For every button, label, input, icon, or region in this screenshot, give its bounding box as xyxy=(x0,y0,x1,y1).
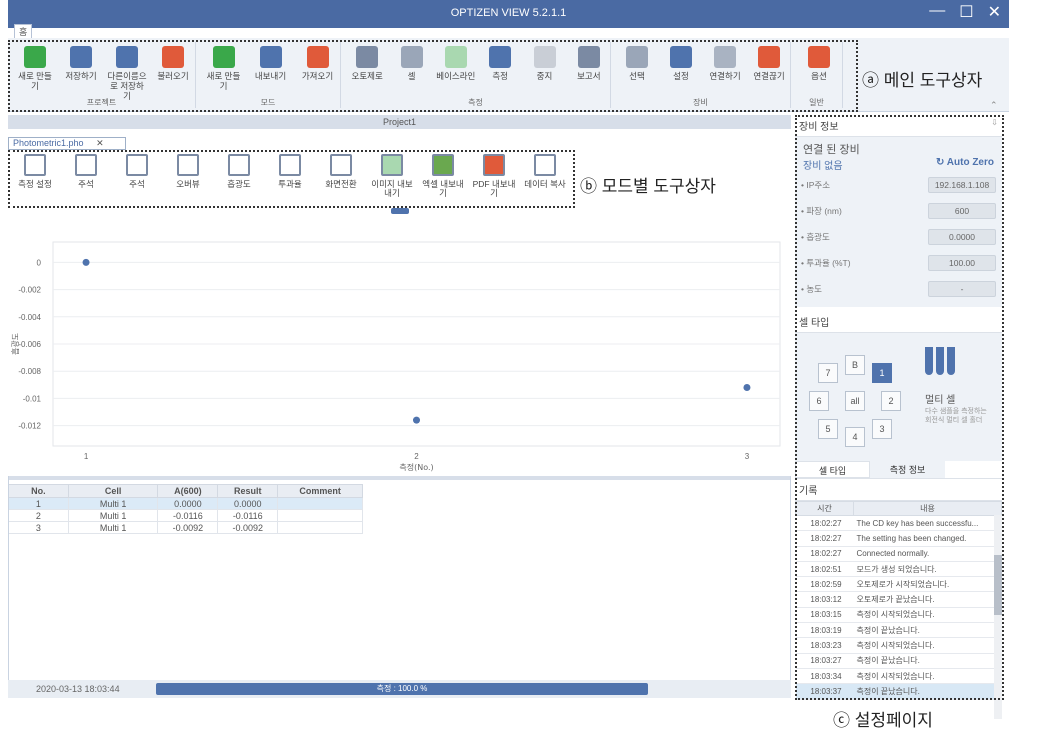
app-title: OPTIZEN VIEW 5.2.1.1 xyxy=(450,7,567,19)
table-row[interactable]: 2 Multi 1 -0.0116 -0.0116 xyxy=(8,509,363,522)
progress-bar: 측정 : 100.0 % xyxy=(156,683,648,695)
table-cell: -0.0116 xyxy=(157,509,219,522)
table-cell: 2 xyxy=(8,509,69,522)
table-cell xyxy=(277,521,363,534)
y-tick-label: 0 xyxy=(37,258,42,267)
table-row[interactable]: 3 Multi 1 -0.0092 -0.0092 xyxy=(8,521,363,534)
results-table: No. Cell A(600) Result Comment 1 Multi 1 0.0000… xyxy=(8,484,363,534)
table-cell: Multi 1 xyxy=(67,497,159,510)
project-bar: Project1 xyxy=(8,115,791,129)
status-bar: 2020-03-13 18:03:44 측정 : 100.0 % xyxy=(8,680,791,698)
table-cell: 0.0000 xyxy=(217,497,279,510)
menu-bar: 홈 xyxy=(8,24,1009,39)
x-tick-label: 1 xyxy=(84,452,89,461)
data-point xyxy=(743,384,751,392)
measurement-chart: 0 -0.002 -0.004 -0.006 -0.008 -0.01 -0.012 1 2 3 측… xyxy=(8,214,791,476)
annotation-c: ⓒ 설정페이지 xyxy=(833,711,933,730)
title-bar: OPTIZEN VIEW 5.2.1.1 — ☐ ✕ xyxy=(8,0,1009,28)
chart-svg: 0 -0.002 -0.004 -0.006 -0.008 -0.01 -0.012 1 2 3 측… xyxy=(10,241,781,472)
table-cell: Multi 1 xyxy=(67,521,159,534)
annotation-a: ⓐ 메인 도구상자 xyxy=(862,71,983,90)
status-datetime: 2020-03-13 18:03:44 xyxy=(36,684,120,694)
ribbon-collapse-icon[interactable]: ⌃ xyxy=(990,100,998,111)
document-tab-label: Photometric1.pho xyxy=(13,138,84,148)
table-cell: Multi 1 xyxy=(67,509,159,522)
maximize-icon[interactable]: ☐ xyxy=(959,2,973,22)
y-axis-label: 흡광도 xyxy=(10,333,20,355)
y-tick-label: -0.01 xyxy=(23,394,42,403)
settings-highlight xyxy=(795,115,1004,700)
y-tick-label: -0.008 xyxy=(18,367,41,376)
mode-toolbox-highlight xyxy=(8,150,575,208)
document-tab[interactable]: Photometric1.pho ✕ xyxy=(8,137,126,150)
x-axis-label: 측정(No.) xyxy=(399,462,433,472)
minimize-icon[interactable]: — xyxy=(929,2,945,22)
annotation-b: ⓑ 모드별 도구상자 xyxy=(580,177,716,196)
table-header-4: Comment xyxy=(277,484,363,498)
x-tick-label: 2 xyxy=(414,452,419,461)
table-row[interactable]: 1 Multi 1 0.0000 0.0000 xyxy=(8,497,363,510)
table-cell xyxy=(277,509,363,522)
table-header-2: A(600) xyxy=(157,484,219,498)
progress-label: 측정 : 100.0 % xyxy=(376,684,428,693)
main-toolbox-highlight xyxy=(8,40,858,112)
table-header-3: Result xyxy=(217,484,279,498)
chart-splitter[interactable] xyxy=(8,476,791,480)
y-tick-label: -0.006 xyxy=(18,340,41,349)
table-cell: -0.0092 xyxy=(217,521,279,534)
y-tick-label: -0.004 xyxy=(18,313,41,322)
table-cell: 0.0000 xyxy=(157,497,219,510)
tab-close-icon[interactable]: ✕ xyxy=(96,138,104,148)
x-tick-label: 3 xyxy=(745,452,750,461)
table-header-1: Cell xyxy=(67,484,159,498)
data-point xyxy=(82,258,90,266)
data-point xyxy=(413,416,420,424)
table-cell: 1 xyxy=(8,497,69,510)
table-cell: -0.0116 xyxy=(217,509,279,522)
table-header-0: No. xyxy=(8,484,69,498)
table-cell: 3 xyxy=(8,521,69,534)
table-cell xyxy=(277,497,363,510)
home-tab[interactable]: 홈 xyxy=(14,24,33,39)
y-tick-label: -0.002 xyxy=(18,286,41,295)
close-icon[interactable]: ✕ xyxy=(988,2,1001,22)
y-tick-label: -0.012 xyxy=(18,422,41,431)
table-cell: -0.0092 xyxy=(157,521,219,534)
